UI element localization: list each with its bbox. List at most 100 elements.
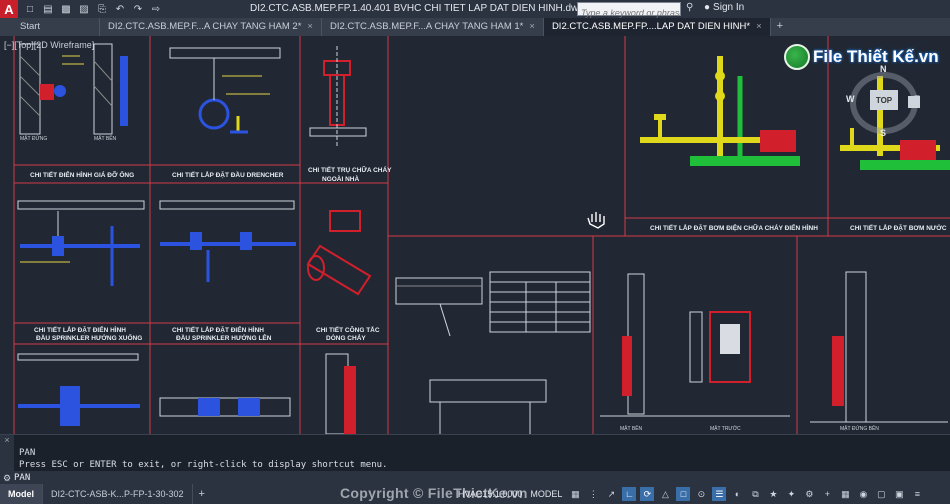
clean-screen-icon[interactable]: ▣ xyxy=(892,487,906,501)
view-labels: MẶT ĐỨNG MẶT BÊN MẶT BÊN MẶT TRƯỚC MẶT Đ… xyxy=(20,134,879,432)
view-label: MẶT ĐỨNG xyxy=(20,135,47,142)
isolate-objects-icon[interactable]: ◉ xyxy=(856,487,870,501)
pan-cursor-icon xyxy=(587,212,605,229)
detail-electric-pump xyxy=(640,56,800,166)
autoscale-icon[interactable]: ✦ xyxy=(784,487,798,501)
detail-drencher xyxy=(169,47,281,134)
detail-cable-table xyxy=(395,271,591,434)
tab-label: DI2.CTC.ASB.MEP.F...A CHAY TANG HAM 1* xyxy=(329,21,524,32)
close-icon[interactable]: × xyxy=(756,21,762,36)
drawing-title: CHI TIẾT LẮP ĐẶT BƠM ĐIỆN CHỮA CHÁY ĐIỂN… xyxy=(650,222,818,232)
model-space-toggle[interactable]: MODEL xyxy=(528,489,564,499)
viewcube-top-face[interactable]: TOP xyxy=(870,90,898,110)
binoculars-icon[interactable]: ⚲ xyxy=(686,2,693,13)
dynamic-input-icon[interactable]: ↗ xyxy=(604,487,618,501)
drawing-title: CHI TIẾT LẮP ĐẶT BƠM NƯỚC xyxy=(850,222,947,232)
compass-north[interactable]: N xyxy=(880,64,887,74)
drawing-title: CHI TIẾT LẮP ĐẶT ĐẦU DRENCHER xyxy=(172,169,284,179)
detail-row3 xyxy=(17,353,356,434)
quick-access-toolbar: □ ▤ ▩ ▨ ⎘ ↶ ↷ ⇨ xyxy=(22,2,164,16)
status-bar: Model DI2-CTC-ASB-K...P-FP-1-30-302 + Co… xyxy=(0,484,950,504)
share-icon[interactable]: ⇨ xyxy=(148,2,164,16)
detail-sprinkler-up xyxy=(159,200,296,282)
object-snap-track-icon[interactable]: ⊙ xyxy=(694,487,708,501)
close-icon[interactable]: × xyxy=(529,21,535,36)
ortho-icon[interactable]: ∟ xyxy=(622,487,637,501)
detail-flow-switch xyxy=(306,210,372,296)
user-icon: ● xyxy=(704,2,711,13)
tab-file-2[interactable]: DI2.CTC.ASB.MEP.F...A CHAY TANG HAM 1* × xyxy=(322,18,544,36)
command-history-line: Press ESC or ENTER to exit, or right-cli… xyxy=(19,460,388,470)
compass-west[interactable]: W xyxy=(846,94,855,104)
search-box[interactable] xyxy=(577,2,681,19)
view-label: MẶT BÊN xyxy=(620,424,643,432)
tab-file-3[interactable]: DI2.CTC.ASB.MEP.FP....LAP DAT DIEN HINH*… xyxy=(543,18,771,36)
tab-start[interactable]: Start xyxy=(0,18,100,36)
drawing-title: DÒNG CHẢY xyxy=(326,333,366,342)
tab-file-1[interactable]: DI2.CTC.ASB.MEP.F...A CHAY TANG HAM 2* × xyxy=(100,18,322,36)
command-history-line: PAN xyxy=(19,448,36,458)
view-label: MẶT TRƯỚC xyxy=(710,425,741,432)
autocad-window: A □ ▤ ▩ ▨ ⎘ ↶ ↷ ⇨ DI2.CTC.ASB.MEP.FP.1.4… xyxy=(0,0,950,504)
command-input-row: ⚙ xyxy=(0,471,950,485)
detail-hydrant xyxy=(309,46,367,146)
compass-south[interactable]: S xyxy=(880,128,886,138)
close-icon[interactable]: × xyxy=(307,21,313,36)
new-file-icon[interactable]: □ xyxy=(22,2,38,16)
new-tab-button[interactable]: + xyxy=(771,18,789,36)
object-snap-icon[interactable]: □ xyxy=(676,487,691,501)
sign-in-button[interactable]: ● Sign In xyxy=(704,2,744,13)
drawing-title: CHI TIẾT CÔNG TẮC xyxy=(316,324,380,334)
redo-icon[interactable]: ↷ xyxy=(130,2,146,16)
command-input[interactable] xyxy=(14,472,950,484)
drawing-title: CHI TIẾT ĐIỂN HÌNH GIÁ ĐỠ ỐNG xyxy=(30,169,134,179)
viewcube[interactable]: N S W E TOP xyxy=(846,64,922,142)
print-icon[interactable]: ⎘ xyxy=(94,2,110,16)
drawing-title: NGOÀI NHÀ xyxy=(322,174,360,183)
isodraft-icon[interactable]: △ xyxy=(658,487,672,501)
transparency-icon[interactable]: ◐ xyxy=(730,487,744,501)
annotation-monitor-icon[interactable]: + xyxy=(820,487,834,501)
view-label: MẶT ĐỨNG BÊN xyxy=(840,424,879,432)
layout-tab-model[interactable]: Model xyxy=(0,484,43,504)
view-label: MẶT BÊN xyxy=(94,134,117,142)
hardware-acceleration-icon[interactable]: ▢ xyxy=(874,487,888,501)
snap-icon[interactable]: ⋮ xyxy=(586,487,600,501)
brand-text: File Thiết Kế.vn xyxy=(813,47,939,66)
polar-icon[interactable]: ⟳ xyxy=(640,487,655,501)
open-folder-icon[interactable]: ▤ xyxy=(40,2,56,16)
lineweight-icon[interactable]: ☰ xyxy=(712,487,727,501)
units-icon[interactable]: ▦ xyxy=(838,487,852,501)
detail-hose-cabinet xyxy=(600,271,948,423)
viewport-controls[interactable]: [−][Top][2D Wireframe] xyxy=(4,40,94,50)
sign-in-label: Sign In xyxy=(713,2,745,13)
sheet-frames xyxy=(13,36,950,434)
document-title: DI2.CTC.ASB.MEP.FP.1.40.401 BVHC CHI TIE… xyxy=(250,3,584,14)
cad-drawing: CHI TIẾT ĐIỂN HÌNH GIÁ ĐỠ ỐNG CHI TIẾT L… xyxy=(13,36,950,434)
drawing-title: CHI TIẾT LẮP ĐẶT ĐIỂN HÌNH xyxy=(34,324,126,334)
app-menu-button[interactable]: A xyxy=(0,0,18,18)
customization-menu-icon[interactable]: ≡ xyxy=(910,487,924,501)
drawing-canvas[interactable]: [−][Top][2D Wireframe] CHI TIẾT ĐIỂN HÌN… xyxy=(0,36,950,434)
drawing-title: CHI TIẾT TRỤ CHỮA CHÁY xyxy=(308,164,392,174)
annotation-visibility-icon[interactable]: ★ xyxy=(766,487,780,501)
workspace-gear-icon[interactable]: ⚙ xyxy=(802,487,816,501)
wrench-icon[interactable]: ⚙ xyxy=(0,473,14,484)
tab-label: DI2.CTC.ASB.MEP.FP....LAP DAT DIEN HINH* xyxy=(551,21,751,32)
command-line-panel: × PAN Press ESC or ENTER to exit, or rig… xyxy=(0,434,950,485)
save-as-icon[interactable]: ▨ xyxy=(76,2,92,16)
drawing-labels: CHI TIẾT ĐIỂN HÌNH GIÁ ĐỠ ỐNG CHI TIẾT L… xyxy=(30,164,947,342)
brand-mark-icon xyxy=(784,44,810,70)
grid-icon[interactable]: ▦ xyxy=(568,487,582,501)
layout-tab-sheet[interactable]: DI2-CTC-ASB-K...P-FP-1-30-302 xyxy=(43,484,193,504)
undo-icon[interactable]: ↶ xyxy=(112,2,128,16)
annotation-scale[interactable]: HVAC15:1.0000 xyxy=(456,489,524,499)
viewcube-home-icon[interactable] xyxy=(908,96,920,108)
save-icon[interactable]: ▩ xyxy=(58,2,74,16)
add-layout-button[interactable]: + xyxy=(193,488,211,500)
detail-pipe-support xyxy=(19,43,128,135)
drawing-title: CHI TIẾT LẮP ĐẶT ĐIỂN HÌNH xyxy=(172,324,264,334)
selection-cycling-icon[interactable]: ⧉ xyxy=(748,487,762,501)
status-tray: HVAC15:1.0000 MODEL ▦ ⋮ ↗ ∟ ⟳ △ □ ⊙ ☰ ◐ … xyxy=(456,484,924,504)
tab-label: Start xyxy=(20,21,41,32)
